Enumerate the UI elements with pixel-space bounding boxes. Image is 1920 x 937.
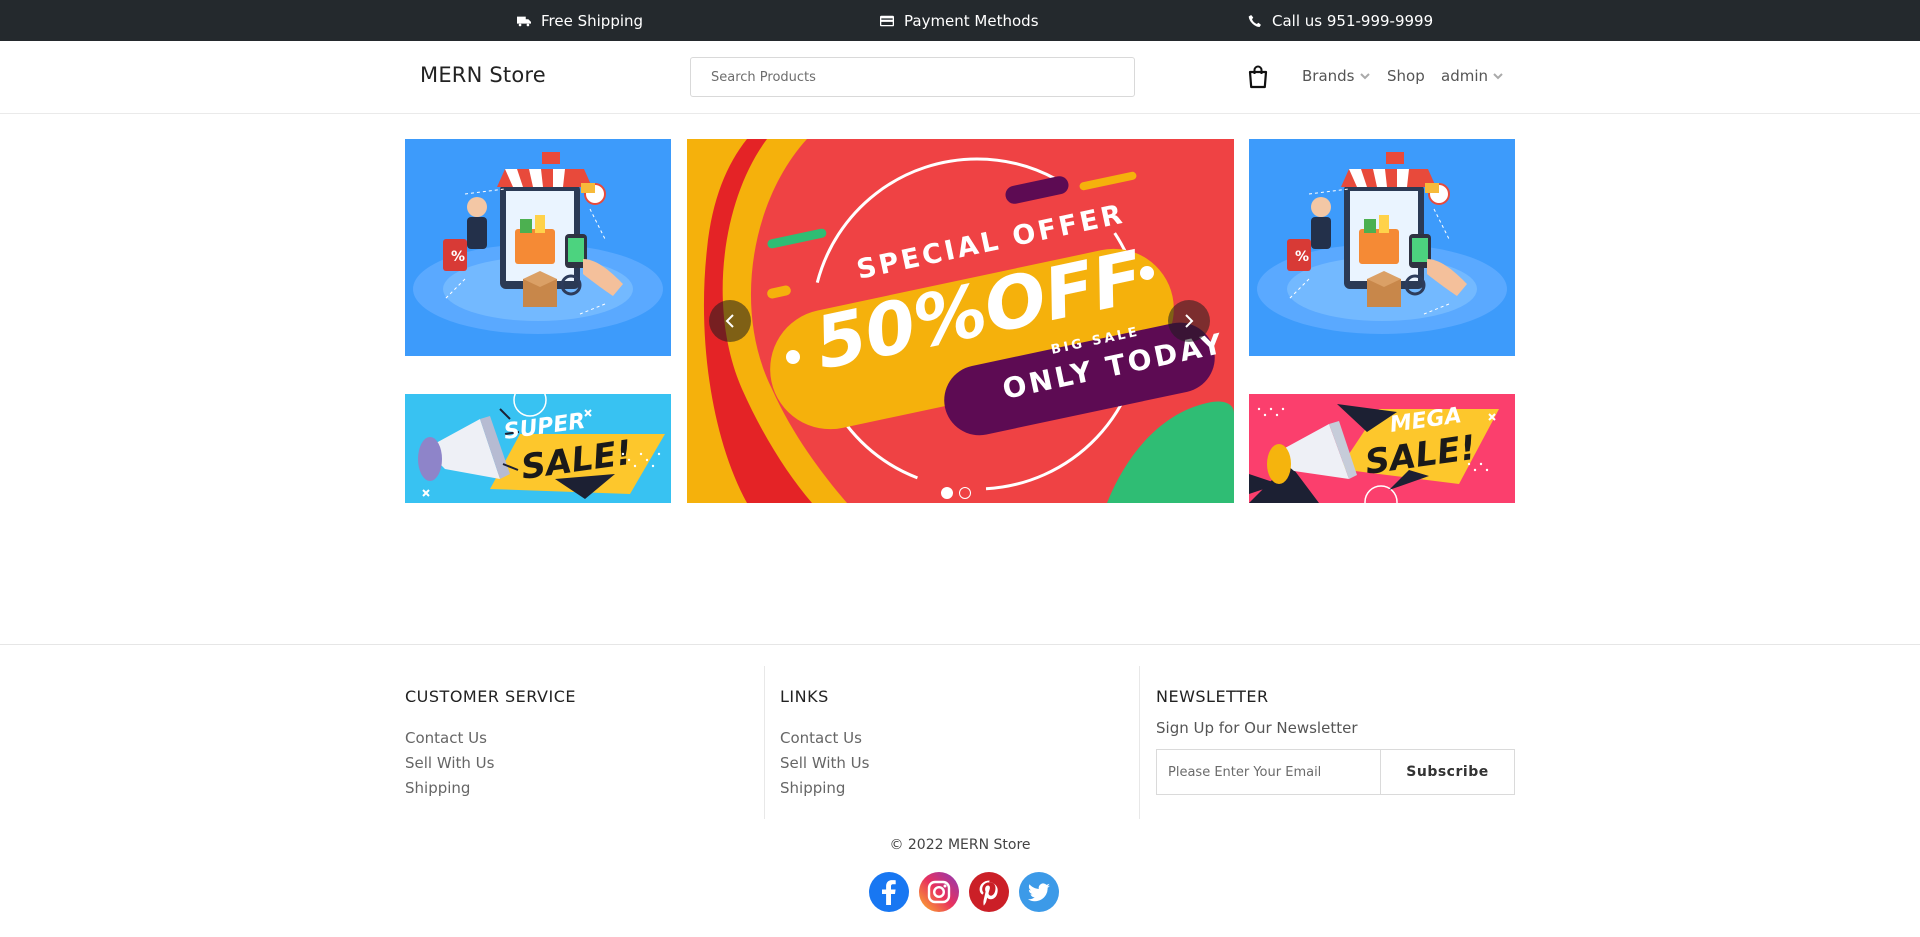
payment-methods-item: Payment Methods: [880, 0, 1039, 41]
shopping-bag-icon[interactable]: [1248, 65, 1268, 89]
chevron-left-icon: [725, 314, 734, 328]
subscribe-button[interactable]: Subscribe: [1380, 749, 1515, 795]
banner-super-sale[interactable]: SUPER SALE!: [405, 394, 671, 503]
shop-label: Shop: [1387, 67, 1425, 85]
customer-service-title: CUSTOMER SERVICE: [405, 687, 576, 706]
instagram-link[interactable]: [919, 872, 959, 912]
free-shipping-item: Free Shipping: [517, 0, 643, 41]
super-sale-banner: SUPER SALE!: [405, 394, 671, 503]
special-offer-banner: SPECIAL OFFER 50%OFF BIG SALE ONLY TODAY: [687, 139, 1234, 503]
truck-icon: [517, 16, 531, 26]
twitter-icon: [1019, 872, 1059, 912]
svg-text:%: %: [1295, 249, 1309, 265]
call-us-item: Call us 951-999-9999: [1248, 0, 1433, 41]
mega-sale-banner: MEGA SALE!: [1249, 394, 1515, 503]
footer-link-shipping[interactable]: Shipping: [405, 779, 470, 797]
slider-dot-1[interactable]: [941, 487, 953, 499]
user-label: admin: [1441, 67, 1488, 85]
online-shopping-illustration: %: [413, 152, 663, 334]
shop-link[interactable]: Shop: [1387, 67, 1425, 85]
footer-link-contact-us[interactable]: Contact Us: [405, 729, 487, 747]
brands-label: Brands: [1302, 67, 1355, 85]
footer-link-sell-with-us[interactable]: Sell With Us: [405, 754, 494, 772]
instagram-icon: [919, 872, 959, 912]
newsletter-subtitle: Sign Up for Our Newsletter: [1156, 719, 1358, 737]
top-info-bar: Free Shipping Payment Methods Call us 95…: [0, 0, 1920, 41]
newsletter-email-input[interactable]: [1156, 749, 1380, 795]
credit-card-icon: [880, 15, 894, 26]
slider-dot-2[interactable]: [959, 487, 971, 499]
facebook-link[interactable]: [869, 872, 909, 912]
chevron-down-icon: [1359, 73, 1370, 80]
chevron-right-icon: [1185, 314, 1194, 328]
twitter-link[interactable]: [1019, 872, 1059, 912]
copyright-text: © 2022 MERN Store: [889, 837, 1031, 853]
search-input[interactable]: [690, 57, 1135, 97]
phone-icon: [1248, 14, 1261, 27]
pinterest-link[interactable]: [969, 872, 1009, 912]
footer-link-shipping[interactable]: Shipping: [780, 779, 845, 797]
banner-online-shopping-left[interactable]: %: [405, 139, 671, 356]
footer-link-contact-us[interactable]: Contact Us: [780, 729, 862, 747]
call-us-label: Call us 951-999-9999: [1272, 11, 1434, 30]
newsletter-title: NEWSLETTER: [1156, 687, 1269, 706]
free-shipping-label: Free Shipping: [541, 11, 644, 30]
brands-dropdown[interactable]: Brands: [1302, 67, 1371, 85]
brand-logo[interactable]: MERN Store: [420, 63, 546, 87]
svg-text:%: %: [451, 249, 465, 265]
footer-column-divider: [764, 666, 765, 819]
facebook-icon: [869, 872, 909, 912]
online-shopping-illustration: %: [1257, 152, 1507, 334]
banner-mega-sale[interactable]: MEGA SALE!: [1249, 394, 1515, 503]
footer-link-sell-with-us[interactable]: Sell With Us: [780, 754, 869, 772]
links-title: LINKS: [780, 687, 829, 706]
slider-prev-button[interactable]: [709, 300, 751, 342]
footer-column-divider: [1139, 666, 1140, 819]
slider-dots: [941, 487, 971, 499]
slider-next-button[interactable]: [1168, 300, 1210, 342]
payment-methods-label: Payment Methods: [904, 11, 1039, 30]
user-dropdown[interactable]: admin: [1441, 67, 1504, 85]
footer-divider: [0, 644, 1920, 645]
banner-special-offer[interactable]: SPECIAL OFFER 50%OFF BIG SALE ONLY TODAY: [687, 139, 1234, 503]
banner-online-shopping-right[interactable]: %: [1249, 139, 1515, 356]
pinterest-icon: [969, 872, 1009, 912]
site-header: MERN Store Brands Shop admin: [0, 41, 1920, 114]
chevron-down-icon: [1493, 73, 1503, 80]
